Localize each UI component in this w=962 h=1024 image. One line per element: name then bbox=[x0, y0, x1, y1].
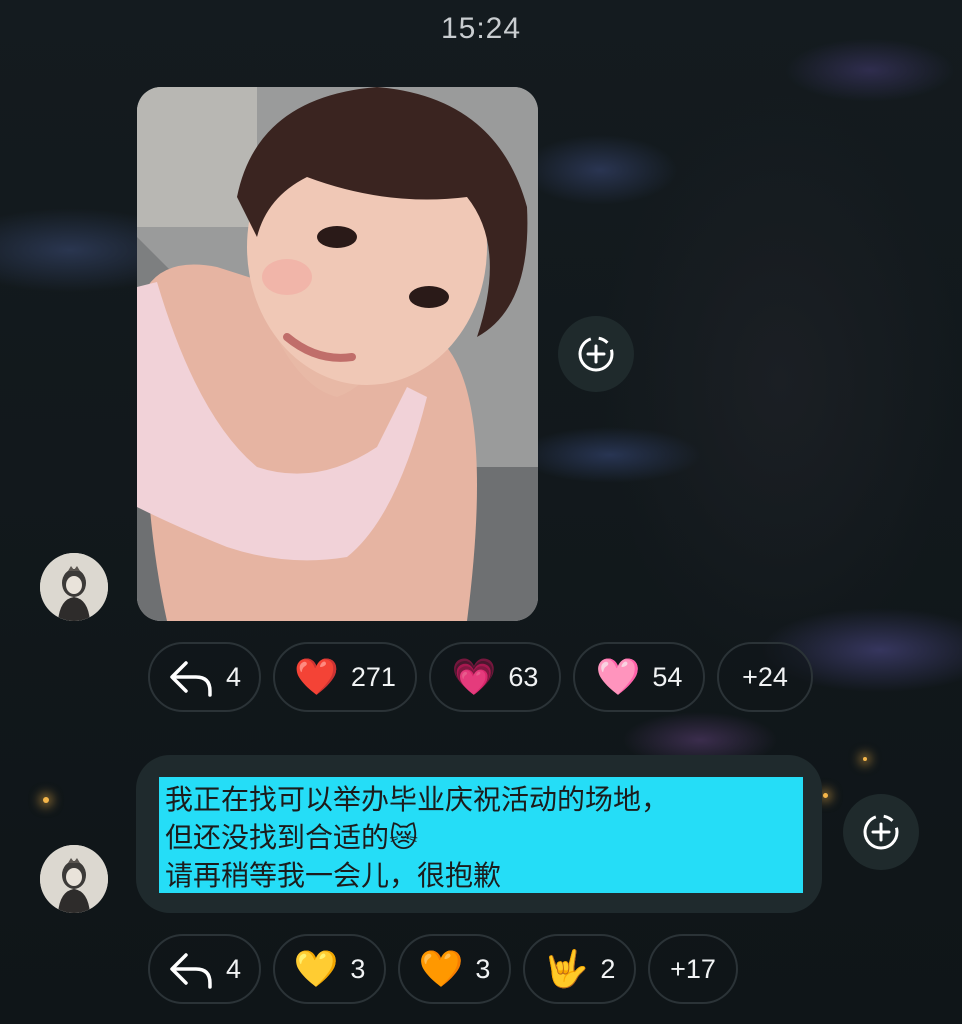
reply-count-button[interactable]: 4 bbox=[148, 934, 261, 1004]
reaction-count: 63 bbox=[508, 661, 539, 692]
reaction-count: 54 bbox=[652, 661, 683, 692]
sender-avatar[interactable] bbox=[40, 845, 108, 913]
background-light bbox=[863, 757, 867, 761]
love-you-gesture-icon: 🤟 bbox=[543, 948, 589, 989]
orange-heart-icon: 🧡 bbox=[418, 948, 464, 989]
message-text: 我正在找可以举办毕业庆祝活动的场地， 但还没找到合适的😿 请再稍等我一会儿，很抱… bbox=[159, 777, 803, 893]
reaction-orange-heart[interactable]: 🧡 3 bbox=[398, 934, 511, 1004]
status-time: 15:24 bbox=[440, 12, 522, 45]
yellow-heart-icon: 💛 bbox=[293, 948, 339, 989]
reply-count-button[interactable]: 4 bbox=[148, 642, 261, 712]
more-reactions-button[interactable]: +17 bbox=[648, 934, 738, 1004]
add-circle-icon bbox=[863, 814, 899, 850]
reply-icon bbox=[170, 661, 212, 697]
pink-heart-icon: 🩷 bbox=[595, 656, 641, 697]
reply-icon bbox=[170, 953, 212, 989]
more-reactions-button[interactable]: +24 bbox=[717, 642, 813, 712]
reaction-yellow-heart[interactable]: 💛 3 bbox=[273, 934, 386, 1004]
reaction-love-you-gesture[interactable]: 🤟 2 bbox=[523, 934, 636, 1004]
reaction-count: 271 bbox=[350, 661, 396, 692]
add-circle-icon bbox=[578, 336, 614, 372]
red-heart-icon: ❤️ bbox=[294, 656, 339, 697]
reaction-bar: 4 💛 3 🧡 3 🤟 2 +17 bbox=[148, 934, 738, 1004]
reaction-count: 3 bbox=[350, 953, 366, 984]
reaction-pink-heart[interactable]: 🩷 54 bbox=[573, 642, 705, 712]
photo-message[interactable] bbox=[137, 87, 538, 621]
background-light bbox=[43, 797, 49, 803]
forward-button[interactable] bbox=[843, 794, 919, 870]
reaction-bar: 4 ❤️ 271 💗 63 🩷 54 +24 bbox=[148, 642, 813, 712]
sender-avatar[interactable] bbox=[40, 553, 108, 621]
more-reactions-count: +17 bbox=[670, 953, 716, 984]
reaction-count: 4 bbox=[225, 953, 241, 984]
background-light bbox=[823, 793, 828, 798]
sparkling-heart-icon: 💗 bbox=[451, 656, 497, 697]
reaction-red-heart[interactable]: ❤️ 271 bbox=[273, 642, 417, 712]
reaction-count: 4 bbox=[225, 661, 241, 692]
more-reactions-count: +24 bbox=[742, 661, 788, 692]
reaction-sparkling-heart[interactable]: 💗 63 bbox=[429, 642, 561, 712]
reaction-count: 2 bbox=[600, 953, 616, 984]
reaction-count: 3 bbox=[475, 953, 491, 984]
forward-button[interactable] bbox=[558, 316, 634, 392]
